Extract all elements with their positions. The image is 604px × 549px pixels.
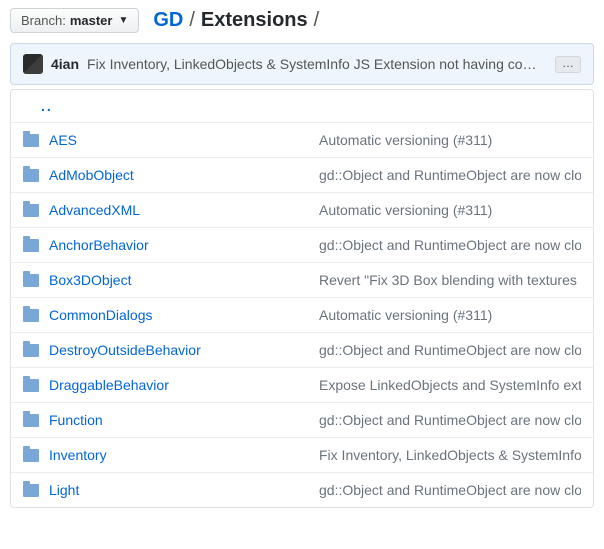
latest-commit-bar: 4ian Fix Inventory, LinkedObjects & Syst…	[10, 43, 594, 85]
commit-message-link[interactable]: Fix Inventory, LinkedObjects & SystemInf…	[87, 56, 547, 72]
folder-link[interactable]: Box3DObject	[49, 272, 131, 288]
table-row: DraggableBehavior Expose LinkedObjects an…	[11, 367, 593, 402]
parent-dir-row[interactable]: ..	[11, 90, 593, 122]
folder-icon	[23, 484, 39, 497]
folder-link[interactable]: Inventory	[49, 447, 107, 463]
table-row: DestroyOutsideBehavior gd::Object and Run…	[11, 332, 593, 367]
file-commit-message[interactable]: Automatic versioning (#311)	[319, 307, 581, 323]
folder-icon	[23, 414, 39, 427]
file-commit-message[interactable]: Fix Inventory, LinkedObjects & SystemInf…	[319, 447, 581, 463]
file-name-cell: AdvancedXML	[49, 202, 319, 218]
folder-icon	[23, 204, 39, 217]
folder-link[interactable]: AdvancedXML	[49, 202, 140, 218]
commit-author-link[interactable]: 4ian	[51, 56, 79, 72]
table-row: Inventory Fix Inventory, LinkedObjects & …	[11, 437, 593, 472]
breadcrumb-root-link[interactable]: GD	[153, 9, 183, 32]
breadcrumb-sep-trailing: /	[314, 9, 320, 32]
table-row: CommonDialogs Automatic versioning (#311)	[11, 297, 593, 332]
folder-link[interactable]: AES	[49, 132, 77, 148]
folder-icon	[23, 274, 39, 287]
file-name-cell: DestroyOutsideBehavior	[49, 342, 319, 358]
folder-icon	[23, 169, 39, 182]
folder-link[interactable]: Light	[49, 482, 79, 498]
folder-icon	[23, 309, 39, 322]
file-commit-message[interactable]: gd::Object and RuntimeObject are now clo…	[319, 412, 581, 428]
file-name-cell: CommonDialogs	[49, 307, 319, 323]
file-commit-message[interactable]: Expose LinkedObjects and SystemInfo exte…	[319, 377, 581, 393]
table-row: Box3DObject Revert "Fix 3D Box blending w…	[11, 262, 593, 297]
folder-link[interactable]: CommonDialogs	[49, 307, 152, 323]
file-commit-message[interactable]: Automatic versioning (#311)	[319, 132, 581, 148]
folder-icon	[23, 239, 39, 252]
file-name-cell: Box3DObject	[49, 272, 319, 288]
file-name-cell: AdMobObject	[49, 167, 319, 183]
table-row: AES Automatic versioning (#311)	[11, 122, 593, 157]
file-commit-message[interactable]: gd::Object and RuntimeObject are now clo…	[319, 482, 581, 498]
file-commit-message[interactable]: Revert "Fix 3D Box blending with texture…	[319, 272, 581, 288]
parent-dir-link[interactable]: ..	[41, 98, 53, 114]
expand-commit-button[interactable]: …	[555, 56, 581, 73]
file-name-cell: AES	[49, 132, 319, 148]
branch-value: master	[70, 13, 113, 28]
folder-link[interactable]: AdMobObject	[49, 167, 134, 183]
branch-label: Branch:	[21, 13, 66, 28]
breadcrumb-sep: /	[189, 9, 195, 32]
table-row: AdvancedXML Automatic versioning (#311)	[11, 192, 593, 227]
file-name-cell: Function	[49, 412, 319, 428]
avatar[interactable]	[23, 54, 43, 74]
file-commit-message[interactable]: Automatic versioning (#311)	[319, 202, 581, 218]
file-commit-message[interactable]: gd::Object and RuntimeObject are now clo…	[319, 167, 581, 183]
folder-link[interactable]: AnchorBehavior	[49, 237, 149, 253]
table-row: Light gd::Object and RuntimeObject are no…	[11, 472, 593, 507]
folder-icon	[23, 449, 39, 462]
caret-down-icon: ▼	[118, 15, 128, 26]
file-commit-message[interactable]: gd::Object and RuntimeObject are now clo…	[319, 342, 581, 358]
file-commit-message[interactable]: gd::Object and RuntimeObject are now clo…	[319, 237, 581, 253]
folder-icon	[23, 344, 39, 357]
folder-link[interactable]: Function	[49, 412, 103, 428]
breadcrumb: GD / Extensions /	[153, 9, 319, 32]
breadcrumb-current: Extensions	[201, 9, 308, 32]
folder-icon	[23, 134, 39, 147]
file-name-cell: DraggableBehavior	[49, 377, 319, 393]
branch-select-button[interactable]: Branch: master ▼	[10, 8, 139, 33]
table-row: AdMobObject gd::Object and RuntimeObject …	[11, 157, 593, 192]
table-row: AnchorBehavior gd::Object and RuntimeObje…	[11, 227, 593, 262]
file-name-cell: Inventory	[49, 447, 319, 463]
folder-icon	[23, 379, 39, 392]
file-name-cell: AnchorBehavior	[49, 237, 319, 253]
folder-link[interactable]: DraggableBehavior	[49, 377, 169, 393]
file-listing: .. AES Automatic versioning (#311) AdMobOb…	[10, 89, 594, 508]
table-row: Function gd::Object and RuntimeObject are…	[11, 402, 593, 437]
file-name-cell: Light	[49, 482, 319, 498]
folder-link[interactable]: DestroyOutsideBehavior	[49, 342, 201, 358]
